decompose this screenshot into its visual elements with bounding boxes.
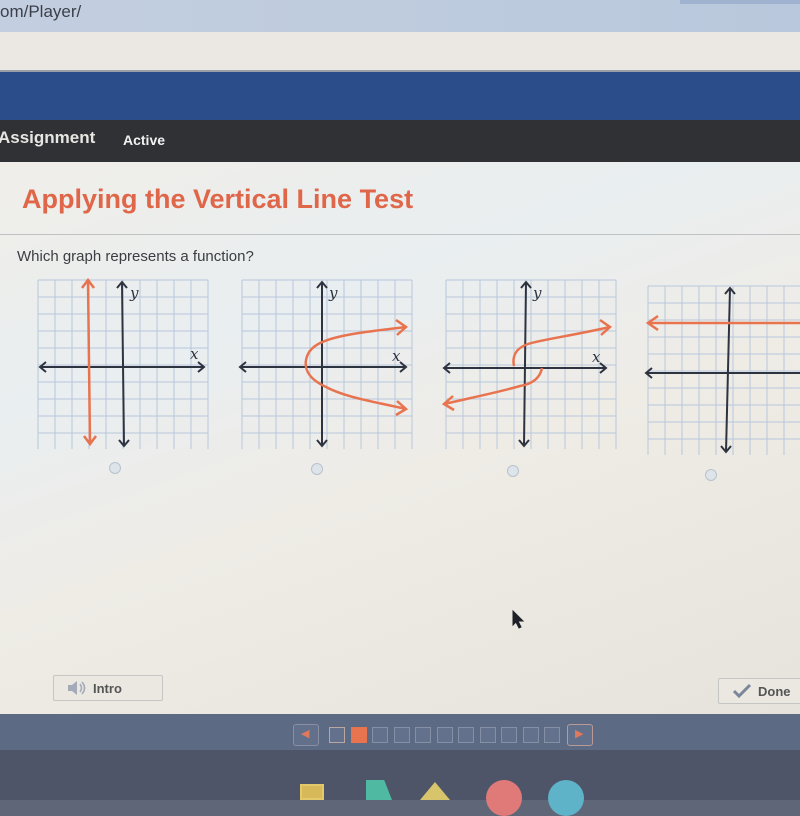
section-label: Assignment [0, 128, 96, 147]
pager-question-6[interactable] [436, 727, 453, 743]
radio-option-a[interactable] [109, 462, 121, 474]
y-axis-label: y [129, 284, 139, 302]
y-axis-label: y [328, 284, 338, 302]
lesson-content: Applying the Vertical Line Test Which gr… [0, 162, 800, 714]
app-logo-circle-red-icon [486, 780, 522, 816]
speaker-icon [68, 681, 86, 695]
page-title: Applying the Vertical Line Test [22, 184, 414, 214]
previous-question-button[interactable]: ◀ [293, 724, 319, 746]
graph-d-grid [647, 285, 800, 455]
title-divider [0, 234, 800, 235]
status-label: Active [123, 132, 166, 148]
y-axis-label: y [532, 284, 542, 302]
chevron-left-icon: ◀ [301, 728, 310, 740]
browser-toolbar-strip [0, 32, 800, 70]
x-axis-label: x [592, 348, 601, 366]
app-logo-triangle-icon [420, 782, 450, 800]
y-axis [523, 281, 527, 447]
intro-label: Intro [93, 681, 122, 696]
radio-option-c[interactable] [507, 465, 519, 477]
brand-header-bar [0, 70, 800, 122]
x-axis-label: x [190, 345, 199, 363]
pager-question-11[interactable] [544, 727, 560, 743]
pager-question-4[interactable] [393, 727, 410, 743]
x-axis-label: x [392, 347, 401, 365]
pager-question-3[interactable] [372, 727, 388, 743]
y-axis [121, 281, 125, 447]
radio-option-d[interactable] [705, 469, 717, 481]
taskbar [0, 750, 800, 816]
checkmark-icon [732, 683, 752, 699]
graph-c-grid [445, 279, 617, 449]
graph-b-grid [241, 279, 413, 449]
graph-option-b: y x [236, 274, 416, 449]
done-button[interactable]: Done [718, 678, 800, 704]
pager-question-8[interactable] [479, 727, 496, 743]
radio-option-b[interactable] [311, 463, 323, 475]
graph-d-plot [644, 285, 800, 455]
url-text: om/Player/ [0, 2, 82, 21]
pager-question-7[interactable] [458, 727, 474, 743]
graph-option-a: y x [32, 274, 212, 449]
pager-question-2[interactable] [350, 727, 367, 743]
pager-question-1[interactable] [329, 727, 345, 743]
chevron-right-icon: ▶ [575, 728, 584, 740]
curve-vertical-line [86, 279, 92, 445]
browser-address-bar[interactable]: om/Player/ [0, 0, 800, 32]
address-bar-edge [680, 0, 800, 4]
pager-question-10[interactable] [522, 727, 539, 743]
mouse-cursor-icon [512, 610, 525, 629]
app-logo-square-icon [300, 784, 324, 800]
next-question-button[interactable]: ▶ [567, 724, 593, 746]
graph-option-d [642, 280, 800, 455]
done-label: Done [758, 684, 791, 699]
app-logo-circle-blue-icon [548, 780, 584, 816]
graph-b-plot: y x [238, 279, 413, 449]
pager-question-5[interactable] [415, 727, 431, 743]
question-pager-bar: ◀ ▶ [0, 714, 800, 750]
graph-c-plot: y x [441, 279, 617, 449]
assignment-nav-bar: Assignment Active [0, 120, 800, 162]
graph-option-c: y x [440, 274, 620, 449]
graph-a-plot: y x [37, 277, 209, 449]
pager-question-9[interactable] [501, 727, 517, 743]
y-axis [725, 287, 731, 453]
question-text: Which graph represents a function? [17, 248, 254, 265]
app-logo-block-icon [366, 780, 392, 800]
intro-button[interactable]: Intro [53, 675, 163, 701]
